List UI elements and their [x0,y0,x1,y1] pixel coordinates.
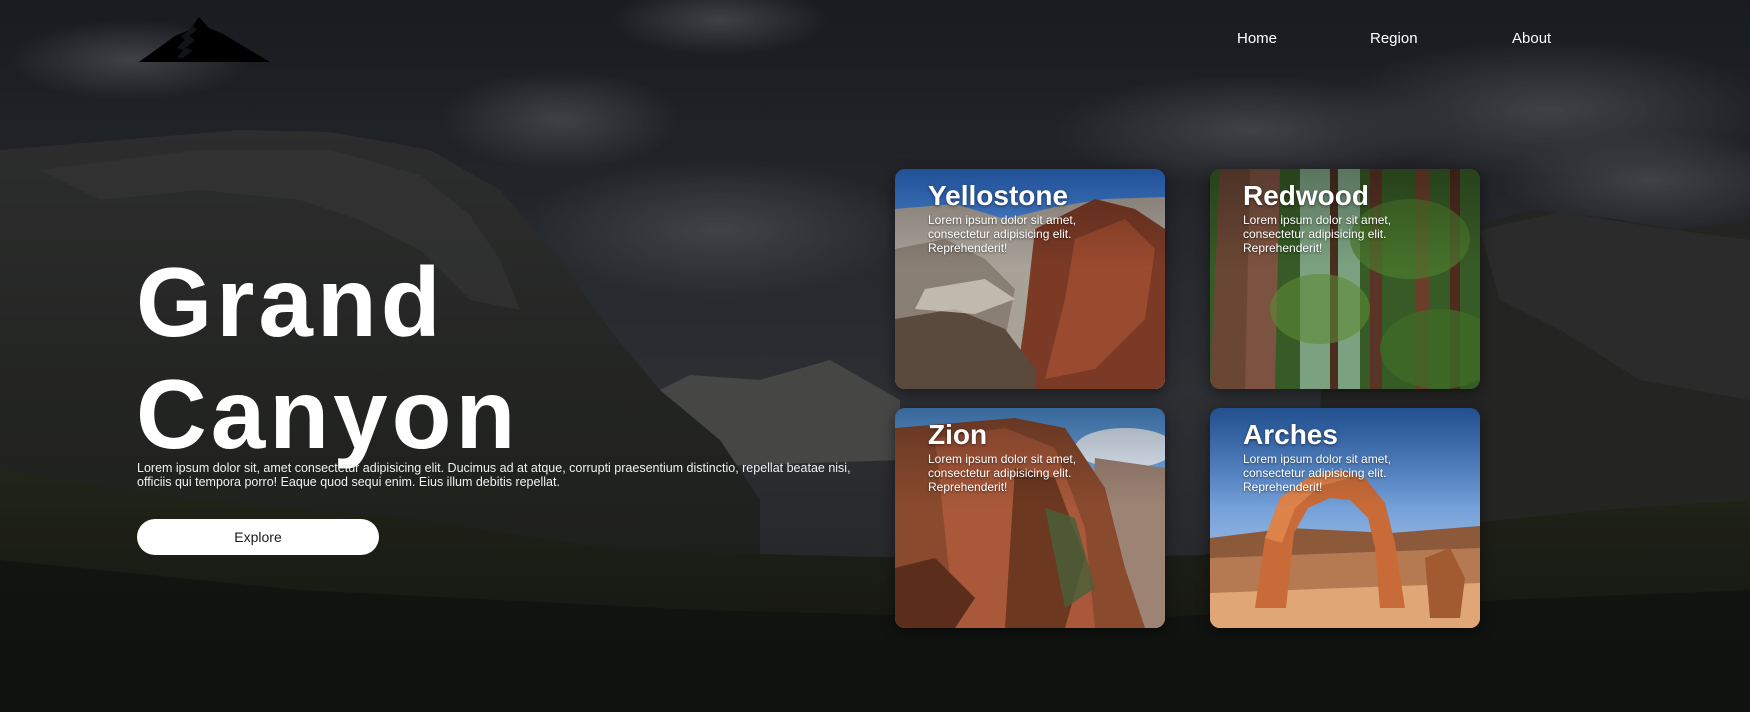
card-yellostone-text: Lorem ipsum dolor sit amet, consectetur … [928,213,1077,255]
hero-title-line-1: Grand [136,247,445,357]
mountain-logo-icon[interactable] [137,14,271,64]
hero-title: Grand Canyon [136,246,519,470]
main-nav: Home Region About [1200,30,1600,50]
card-redwood-text: Lorem ipsum dolor sit amet, consectetur … [1243,213,1392,255]
card-redwood-title: Redwood [1243,180,1369,211]
card-yellostone[interactable]: Yellostone Lorem ipsum dolor sit amet, c… [895,169,1165,389]
card-zion-title: Zion [928,419,988,450]
nav-home-link[interactable]: Home [1237,30,1277,47]
card-zion-text: Lorem ipsum dolor sit amet, consectetur … [928,452,1077,494]
explore-button[interactable]: Explore [137,519,379,555]
hero-description: Lorem ipsum dolor sit, amet consectetur … [137,461,851,489]
card-yellostone-title: Yellostone [928,180,1069,211]
hero-title-line-2: Canyon [136,359,520,469]
card-arches-title: Arches [1243,419,1338,450]
card-arches[interactable]: Arches Lorem ipsum dolor sit amet, conse… [1210,408,1480,628]
nav-region-link[interactable]: Region [1370,30,1418,47]
nav-about-link[interactable]: About [1512,30,1551,47]
card-zion[interactable]: Zion Lorem ipsum dolor sit amet, consect… [895,408,1165,628]
card-arches-text: Lorem ipsum dolor sit amet, consectetur … [1243,452,1392,494]
card-redwood[interactable]: Redwood Lorem ipsum dolor sit amet, cons… [1210,169,1480,389]
